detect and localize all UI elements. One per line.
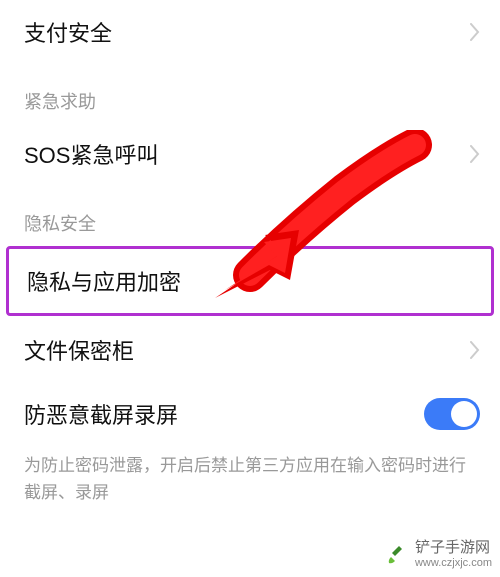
- section-header-emergency: 紧急求助: [0, 64, 500, 122]
- watermark: 铲子手游网 www.czjxjc.com: [385, 540, 492, 569]
- anti-screenshot-row: 防恶意截屏录屏: [0, 382, 500, 446]
- section-header-privacy: 隐私安全: [0, 186, 500, 244]
- row-label: SOS紧急呼叫: [24, 138, 158, 170]
- row-label: 支付安全: [24, 16, 112, 48]
- privacy-app-encryption-row[interactable]: 隐私与应用加密: [9, 249, 491, 313]
- anti-screenshot-description: 为防止密码泄露，开启后禁止第三方应用在输入密码时进行截屏、录屏: [0, 446, 500, 522]
- chevron-right-icon: [470, 23, 480, 41]
- shovel-icon: [385, 543, 409, 567]
- row-label: 防恶意截屏录屏: [24, 398, 178, 430]
- payment-security-row[interactable]: 支付安全: [0, 0, 500, 64]
- settings-list: 支付安全 紧急求助 SOS紧急呼叫 隐私安全 隐私与应用加密 文件保密柜 防恶意…: [0, 0, 500, 522]
- anti-screenshot-toggle[interactable]: [424, 398, 480, 430]
- chevron-right-icon: [470, 145, 480, 163]
- sos-emergency-row[interactable]: SOS紧急呼叫: [0, 122, 500, 186]
- file-safe-row[interactable]: 文件保密柜: [0, 318, 500, 382]
- row-label: 隐私与应用加密: [27, 265, 181, 297]
- watermark-name: 铲子手游网: [415, 540, 492, 557]
- watermark-url: www.czjxjc.com: [415, 557, 492, 569]
- watermark-text: 铲子手游网 www.czjxjc.com: [415, 540, 492, 569]
- highlight-box: 隐私与应用加密: [6, 246, 494, 316]
- row-label: 文件保密柜: [24, 334, 134, 366]
- chevron-right-icon: [470, 341, 480, 359]
